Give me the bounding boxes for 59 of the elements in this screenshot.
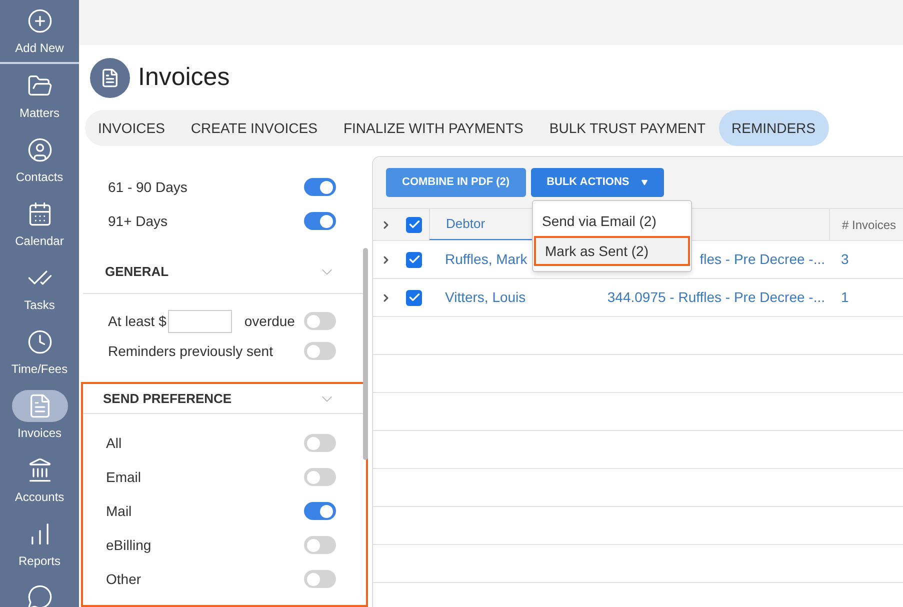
chat-icon[interactable]: [26, 584, 52, 607]
page-title: Invoices: [138, 62, 230, 93]
column-header[interactable]: # Invoices: [829, 209, 903, 240]
sidebar-item[interactable]: Calendar: [0, 192, 79, 256]
debtor-link[interactable]: Ruffles, Mark: [445, 250, 528, 266]
toggle-switch[interactable]: [304, 434, 336, 452]
plus-circle-icon: [26, 8, 52, 34]
sidebar-item[interactable]: Matters: [0, 64, 79, 128]
checkbox[interactable]: [406, 252, 422, 268]
checkbox[interactable]: [406, 216, 422, 232]
filter-label: Mail: [106, 502, 132, 520]
toggle-switch[interactable]: [304, 570, 336, 588]
filter-label: overdue: [244, 312, 295, 330]
tab[interactable]: REMINDERS: [718, 110, 829, 146]
toggle-switch[interactable]: [304, 312, 336, 330]
combine-pdf-button[interactable]: COMBINE IN PDF (2): [386, 168, 526, 197]
invoice-count[interactable]: 1: [841, 288, 849, 304]
toggle-switch[interactable]: [304, 536, 336, 554]
toggle-switch[interactable]: [304, 212, 336, 230]
checkbox[interactable]: [406, 290, 422, 306]
table-row[interactable]: Vitters, Louis 344.0975 - Ruffles - Pre Decree -... 1: [373, 279, 903, 317]
sidebar-item[interactable]: Time/Fees: [0, 320, 79, 384]
filter-label: All: [106, 434, 122, 452]
bulk-actions-button[interactable]: BULK ACTIONS: [530, 168, 664, 197]
filter-label: Email: [106, 468, 142, 486]
sidebar-item[interactable]: Reports: [0, 512, 79, 576]
toggle-switch[interactable]: [304, 342, 336, 360]
sidebar-item[interactable]: Tasks: [0, 256, 79, 320]
matter-link[interactable]: 344.0975 - Ruffles - Pre Decree -...: [607, 287, 825, 308]
tab[interactable]: BULK TRUST PAYMENT: [536, 110, 718, 146]
menu-item[interactable]: Mark as Sent (2): [534, 236, 690, 266]
sidebar-item[interactable]: Invoices: [0, 384, 79, 448]
calendar-icon: [26, 201, 52, 227]
filter-label: Reminders previously sent: [108, 342, 273, 361]
person-circle-icon: [26, 137, 52, 163]
filter-label: 91+ Days: [108, 212, 168, 231]
tab[interactable]: FINALIZE WITH PAYMENTS: [330, 110, 536, 146]
bank-icon: [26, 457, 52, 483]
filter-label: At least $: [108, 312, 166, 330]
toggle-switch[interactable]: [304, 468, 336, 486]
section-title: SEND PREFERENCE: [103, 390, 232, 408]
section-title: GENERAL: [105, 262, 169, 281]
invoice-icon: [90, 58, 130, 98]
toggle-switch[interactable]: [304, 178, 336, 196]
filter-label: eBilling: [106, 536, 152, 555]
invoice-count[interactable]: 3: [841, 250, 849, 266]
matter-link[interactable]: fles - Pre Decree -...: [700, 249, 825, 270]
amount-field[interactable]: [168, 310, 232, 332]
caret-icon: [641, 179, 648, 186]
filter-label: 61 - 90 Days: [108, 178, 188, 197]
tab[interactable]: CREATE INVOICES: [178, 110, 330, 146]
sidebar-item[interactable]: Contacts: [0, 128, 79, 192]
clock-icon: [26, 329, 52, 355]
toggle-switch[interactable]: [304, 502, 336, 520]
sidebar-item[interactable]: Accounts: [0, 448, 79, 512]
scrollbar-thumb[interactable]: [363, 248, 368, 460]
tab[interactable]: INVOICES: [85, 110, 178, 146]
debtor-link[interactable]: Vitters, Louis: [445, 288, 526, 304]
filter-label: Other: [106, 570, 142, 588]
